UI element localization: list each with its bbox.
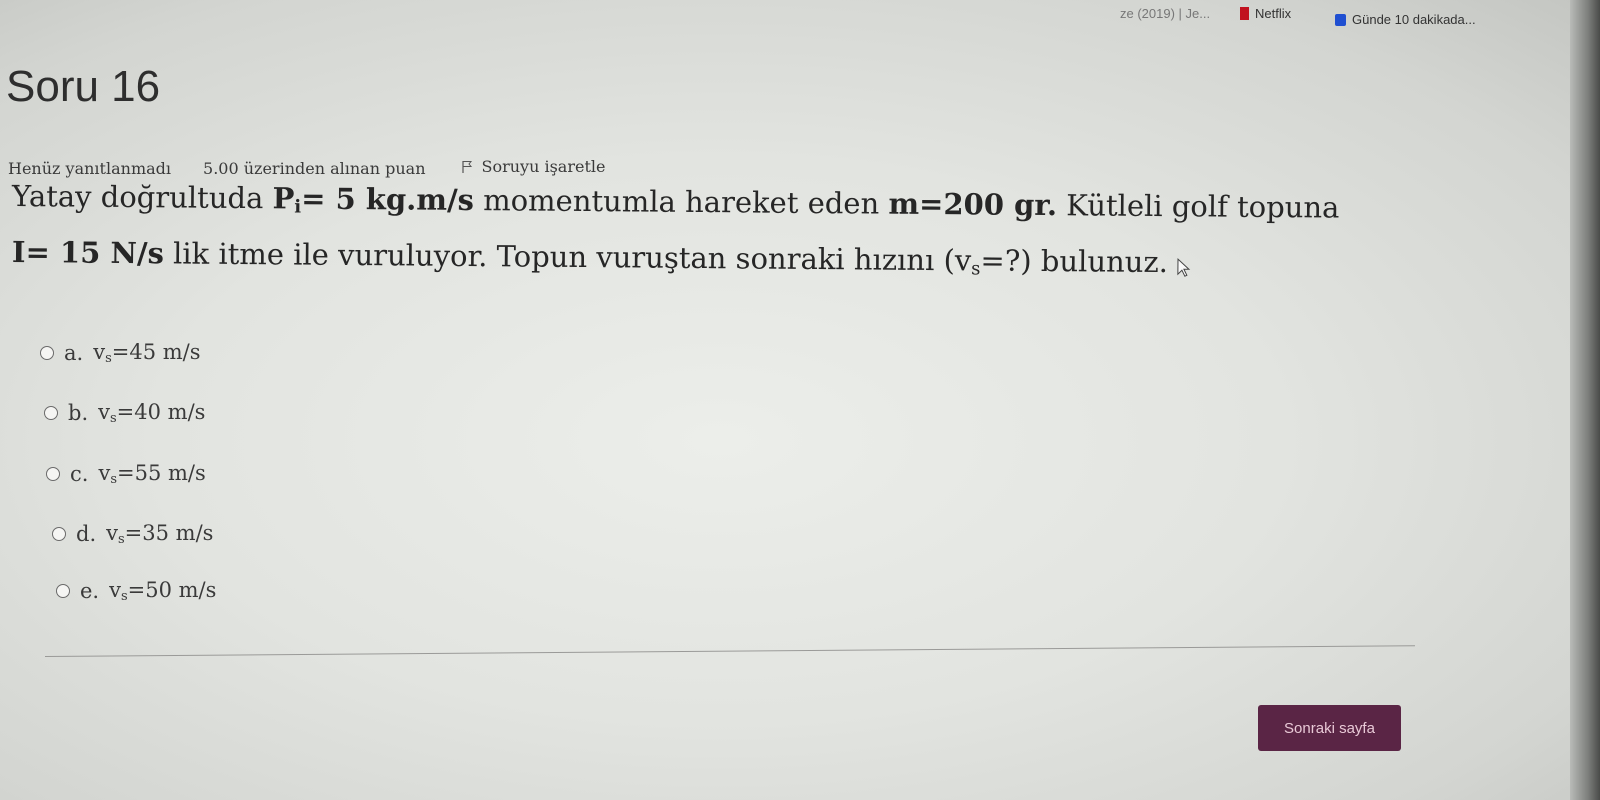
flag-question-link[interactable]: Soruyu işaretle xyxy=(460,157,606,176)
momentum-value: = 5 kg.m/s xyxy=(301,181,475,218)
answer-value: =40 m/s xyxy=(116,400,206,424)
answer-radio[interactable] xyxy=(56,584,70,598)
answer-letter: b. xyxy=(68,401,89,425)
momentum-p: P xyxy=(272,181,295,216)
section-divider xyxy=(44,645,1415,657)
question-text-part: =?) bulunuz. xyxy=(980,243,1169,280)
answer-letter: d. xyxy=(76,522,97,546)
answer-text: vs=50 m/s xyxy=(109,578,216,604)
mass-value: m=200 gr. xyxy=(888,186,1058,223)
answer-subscript: s xyxy=(110,411,117,426)
answer-text: vs=40 m/s xyxy=(98,400,205,426)
bookmarks-bar: ze (2019) | Je... Netflix Günde 10 dakik… xyxy=(1080,0,1560,34)
answer-value: =50 m/s xyxy=(127,578,217,602)
answer-subscript: s xyxy=(120,589,128,604)
flag-question-label: Soruyu işaretle xyxy=(481,157,606,176)
answer-subscript: s xyxy=(105,351,112,366)
flag-icon xyxy=(461,160,472,173)
mouse-cursor-icon xyxy=(1177,258,1191,277)
next-page-button[interactable]: Sonraki sayfa xyxy=(1258,705,1401,751)
question-line-2: I= 15 N/s lik itme ile vuruluyor. Topun … xyxy=(11,235,1192,280)
answer-variable: v xyxy=(109,578,121,602)
answer-variable: v xyxy=(106,521,118,545)
question-text-part: momentumla hareket eden xyxy=(473,183,889,221)
answer-radio[interactable] xyxy=(44,406,58,420)
answer-letter: a. xyxy=(64,341,84,365)
question-line-1: Yatay doğrultuda Pi= 5 kg.m/s momentumla… xyxy=(11,179,1340,226)
answer-variable: v xyxy=(98,461,111,485)
question-text-part: Yatay doğrultuda xyxy=(11,179,273,216)
bookmark-gunde-label: Günde 10 dakikada... xyxy=(1352,12,1476,27)
question-text-part: lik itme ile vuruluyor. Topun vuruştan s… xyxy=(163,236,972,278)
question-text-part: Kütleli golf topuna xyxy=(1056,188,1340,225)
bookmark-netflix-label: Netflix xyxy=(1255,6,1292,21)
answer-radio[interactable] xyxy=(46,467,60,481)
momentum-symbol: Pi= 5 kg.m/s xyxy=(272,181,474,217)
question-info: Henüz yanıtlanmadı 5.00 üzerinden alınan… xyxy=(8,147,605,178)
answer-value: =45 m/s xyxy=(111,340,201,364)
bookmark-icon xyxy=(1335,13,1346,26)
bookmark-previous[interactable]: ze (2019) | Je... xyxy=(1120,6,1210,21)
answer-letter: c. xyxy=(70,462,89,486)
monitor-bezel xyxy=(1570,0,1600,800)
answer-subscript: s xyxy=(110,472,117,487)
answer-option-d[interactable]: d. vs=35 m/s xyxy=(52,521,213,547)
answer-option-b[interactable]: b. vs=40 m/s xyxy=(44,400,205,426)
question-status: Henüz yanıtlanmadı xyxy=(8,158,172,178)
question-title: Soru 16 xyxy=(6,62,161,111)
netflix-icon xyxy=(1240,7,1249,20)
answer-value: =55 m/s xyxy=(116,461,206,485)
answer-option-a[interactable]: a. vs=45 m/s xyxy=(40,340,201,366)
velocity-subscript: s xyxy=(971,258,981,280)
answer-text: vs=55 m/s xyxy=(98,461,205,487)
bookmark-gunde[interactable]: Günde 10 dakikada... xyxy=(1335,12,1476,27)
answer-letter: e. xyxy=(80,579,100,603)
screen: ze (2019) | Je... Netflix Günde 10 dakik… xyxy=(0,0,1600,800)
answer-option-e[interactable]: e. vs=50 m/s xyxy=(56,578,216,604)
question-grade: 5.00 üzerinden alınan puan xyxy=(203,158,426,178)
answer-text: vs=45 m/s xyxy=(93,340,200,366)
answer-subscript: s xyxy=(118,532,125,547)
answer-variable: v xyxy=(98,400,110,424)
bookmark-previous-label: ze (2019) | Je... xyxy=(1120,6,1211,21)
bookmark-netflix[interactable]: Netflix xyxy=(1240,6,1291,21)
answer-option-c[interactable]: c. vs=55 m/s xyxy=(46,461,206,487)
impulse-value: I= 15 N/s xyxy=(11,235,165,271)
answer-value: =35 m/s xyxy=(124,521,214,545)
answer-text: vs=35 m/s xyxy=(106,521,213,547)
answer-variable: v xyxy=(93,340,106,364)
answer-radio[interactable] xyxy=(40,346,54,360)
answer-radio[interactable] xyxy=(52,527,66,541)
